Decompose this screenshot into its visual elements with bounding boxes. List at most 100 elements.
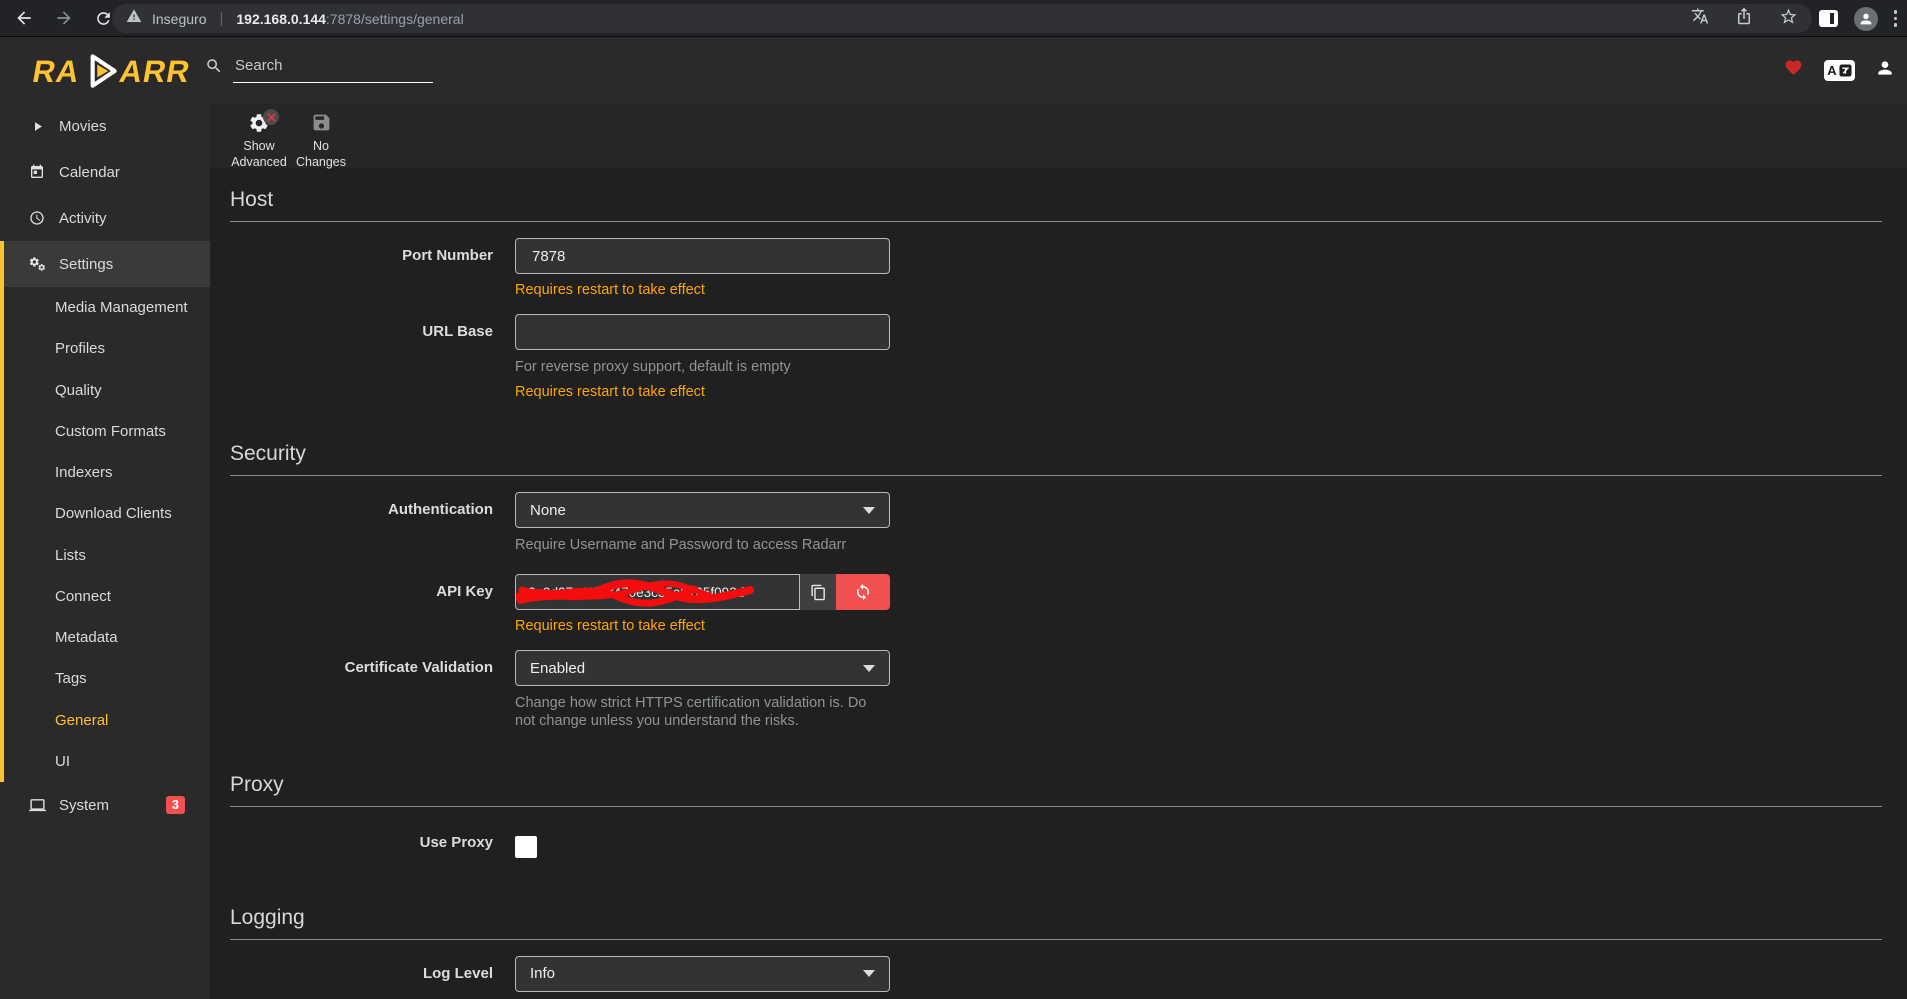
sidebar-item-connect[interactable]: Connect xyxy=(4,576,210,617)
reload-icon[interactable] xyxy=(94,9,113,28)
sidebar-item-label: System xyxy=(59,797,109,814)
advanced-off-badge xyxy=(263,109,279,125)
address-separator: | xyxy=(219,10,223,27)
sidebar: Movies Calendar Activity Settings Media … xyxy=(0,103,210,999)
not-secure-warning-icon xyxy=(126,8,142,29)
logo-text-left: RA xyxy=(30,56,82,87)
sidebar-item-lists[interactable]: Lists xyxy=(4,535,210,576)
url-base-input[interactable] xyxy=(515,314,890,350)
api-key-label: API Key xyxy=(230,574,515,634)
search-input[interactable] xyxy=(233,53,433,83)
chevron-down-icon xyxy=(863,970,875,977)
sidebar-item-indexers[interactable]: Indexers xyxy=(4,452,210,493)
browser-profile-avatar[interactable] xyxy=(1854,7,1878,31)
url-base-hint: For reverse proxy support, default is em… xyxy=(515,358,890,376)
translate-icon[interactable] xyxy=(1691,7,1709,30)
sidebar-item-media-management[interactable]: Media Management xyxy=(4,287,210,328)
url-base-label: URL Base xyxy=(230,314,515,400)
page-translate-icon[interactable]: A xyxy=(1824,60,1855,81)
donate-heart-icon[interactable] xyxy=(1783,58,1804,82)
log-level-label: Log Level xyxy=(230,956,515,992)
copy-icon xyxy=(810,584,827,601)
laptop-icon xyxy=(27,797,47,814)
certificate-validation-hint: Change how strict HTTPS certification va… xyxy=(515,694,890,730)
copy-api-key-button[interactable] xyxy=(800,574,836,610)
no-changes-button[interactable]: No Changes xyxy=(290,103,352,168)
section-title-logging: Logging xyxy=(230,906,1882,940)
authentication-hint: Require Username and Password to access … xyxy=(515,536,890,554)
play-icon xyxy=(27,119,47,134)
sidebar-item-calendar[interactable]: Calendar xyxy=(0,149,210,195)
share-icon[interactable] xyxy=(1735,7,1753,30)
sidebar-item-profiles[interactable]: Profiles xyxy=(4,328,210,369)
gear-x-icon xyxy=(248,112,270,136)
back-icon[interactable] xyxy=(14,8,34,28)
certificate-validation-row: Certificate Validation Enabled Change ho… xyxy=(230,650,1882,730)
port-number-row: Port Number Requires restart to take eff… xyxy=(230,238,1882,298)
url-path[interactable]: :7878/settings/general xyxy=(326,11,464,27)
chevron-down-icon xyxy=(863,665,875,672)
security-status-label[interactable]: Inseguro xyxy=(152,11,206,27)
use-proxy-row: Use Proxy xyxy=(230,831,1882,858)
address-bar[interactable]: Inseguro | 192.168.0.144 :7878/settings/… xyxy=(112,4,1812,33)
sidebar-item-label: Movies xyxy=(59,118,107,135)
gears-icon xyxy=(27,256,47,273)
sidebar-item-custom-formats[interactable]: Custom Formats xyxy=(4,411,210,452)
search-icon xyxy=(205,57,223,80)
api-key-input[interactable]: 3a9d27c48b1f470e3c55a8105f093d xyxy=(515,574,800,610)
system-alert-badge: 3 xyxy=(166,796,185,814)
user-icon[interactable] xyxy=(1875,58,1895,83)
use-proxy-checkbox[interactable] xyxy=(515,836,537,858)
radarr-logo[interactable]: RA ARR xyxy=(33,49,190,93)
refresh-icon xyxy=(854,583,872,601)
sidebar-settings-group: Settings Media Management Profiles Quali… xyxy=(0,241,210,782)
port-number-label: Port Number xyxy=(230,238,515,298)
sidebar-item-download-clients[interactable]: Download Clients xyxy=(4,493,210,534)
certificate-validation-select[interactable]: Enabled xyxy=(515,650,890,686)
forward-icon[interactable] xyxy=(54,8,74,28)
sidebar-item-activity[interactable]: Activity xyxy=(0,195,210,241)
save-icon xyxy=(311,112,332,136)
sidebar-item-label: Activity xyxy=(59,210,107,227)
logo-play-icon xyxy=(78,49,122,93)
sidebar-item-ui[interactable]: UI xyxy=(4,741,210,782)
main-content: Show Advanced No Changes Host Port Numbe… xyxy=(210,103,1907,999)
clock-icon xyxy=(27,210,47,226)
sidebar-item-metadata[interactable]: Metadata xyxy=(4,617,210,658)
bookmark-star-icon[interactable] xyxy=(1779,7,1798,31)
chevron-down-icon xyxy=(863,507,875,514)
url-host[interactable]: 192.168.0.144 xyxy=(236,11,326,27)
use-proxy-label: Use Proxy xyxy=(230,831,515,858)
sidebar-item-general[interactable]: General xyxy=(4,700,210,741)
regenerate-api-key-button[interactable] xyxy=(836,574,890,610)
show-advanced-button[interactable]: Show Advanced xyxy=(228,103,290,168)
authentication-label: Authentication xyxy=(230,492,515,554)
side-panel-icon[interactable] xyxy=(1819,10,1838,27)
authentication-select[interactable]: None xyxy=(515,492,890,528)
settings-toolbar: Show Advanced No Changes xyxy=(210,103,1907,168)
certificate-validation-label: Certificate Validation xyxy=(230,650,515,730)
section-title-security: Security xyxy=(230,442,1882,476)
browser-toolbar: Inseguro | 192.168.0.144 :7878/settings/… xyxy=(0,0,1907,37)
sidebar-item-settings[interactable]: Settings xyxy=(4,241,210,287)
api-key-restart-warning: Requires restart to take effect xyxy=(515,618,890,634)
sidebar-item-movies[interactable]: Movies xyxy=(0,103,210,149)
port-restart-warning: Requires restart to take effect xyxy=(515,282,890,298)
logo-text-right: ARR xyxy=(117,56,193,87)
sidebar-item-quality[interactable]: Quality xyxy=(4,370,210,411)
sidebar-item-label: Settings xyxy=(59,256,113,273)
log-level-select[interactable]: Info xyxy=(515,956,890,992)
sidebar-item-tags[interactable]: Tags xyxy=(4,658,210,699)
log-level-row: Log Level Info xyxy=(230,956,1882,992)
browser-menu-icon[interactable] xyxy=(1894,10,1898,27)
port-number-input[interactable] xyxy=(515,238,890,274)
url-base-row: URL Base For reverse proxy support, defa… xyxy=(230,314,1882,400)
section-title-host: Host xyxy=(230,188,1882,222)
authentication-row: Authentication None Require Username and… xyxy=(230,492,1882,554)
sidebar-item-system[interactable]: System 3 xyxy=(0,782,210,828)
sidebar-item-label: Calendar xyxy=(59,164,120,181)
url-base-restart-warning: Requires restart to take effect xyxy=(515,384,890,400)
app-header: RA ARR A xyxy=(0,37,1907,103)
calendar-icon xyxy=(27,164,47,180)
api-key-row: API Key 3a9d27c48b1f470e3c55a8105f093d xyxy=(230,574,1882,634)
